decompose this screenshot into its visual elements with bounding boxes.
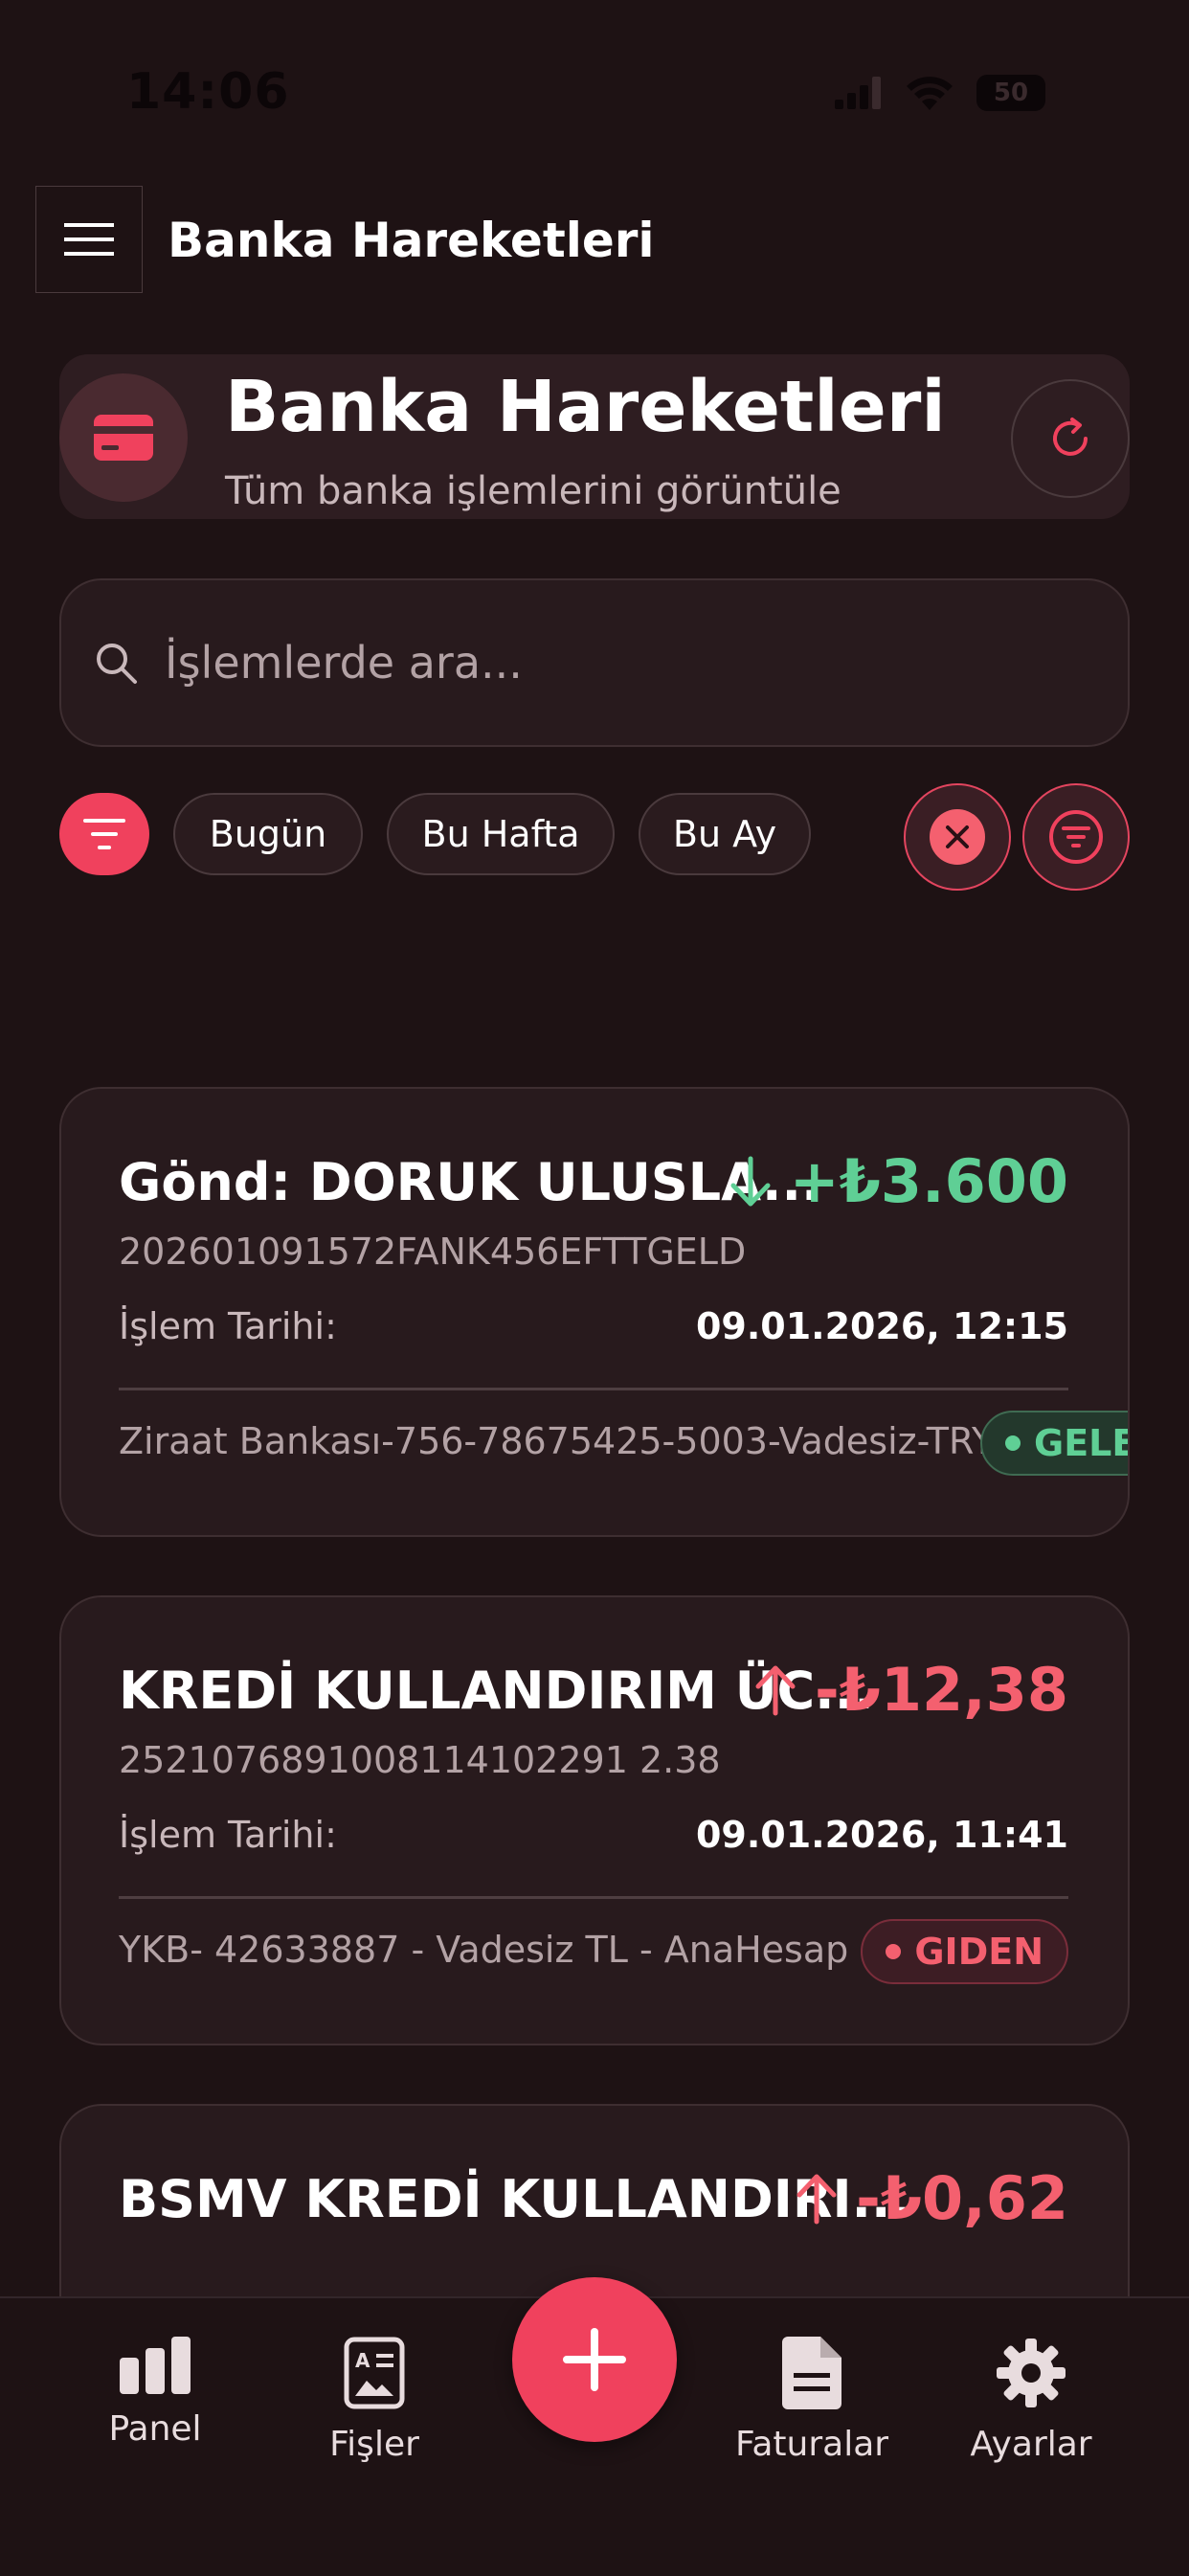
transaction-reference: 2521076891008114102291 2.38 xyxy=(119,1739,721,1781)
nav-item-receipts[interactable]: A Fişler xyxy=(279,2337,470,2464)
nav-item-panel[interactable]: Panel xyxy=(59,2337,251,2449)
badge-label: GELEN xyxy=(1034,1422,1128,1464)
nav-item-settings[interactable]: Ayarlar xyxy=(935,2337,1127,2464)
plus-icon xyxy=(563,2328,626,2391)
clear-filters-button[interactable] xyxy=(904,783,1011,891)
arrow-down-icon xyxy=(730,1156,771,1206)
svg-text:A: A xyxy=(355,2349,370,2372)
arrow-up-icon xyxy=(796,2174,837,2224)
status-icons: 50 xyxy=(835,75,1045,111)
account-name: YKB- 42633887 - Vadesiz TL - AnaHesap xyxy=(119,1929,849,1971)
date-label: İşlem Tarihi: xyxy=(119,1305,337,1347)
page-title: Banka Hareketleri xyxy=(225,366,946,448)
transaction-title: Gönd: DORUK ULUSLA... xyxy=(119,1152,821,1212)
arrow-up-icon xyxy=(755,1665,796,1715)
transaction-card[interactable]: Gönd: DORUK ULUSLA... +₺3.600 2026010915… xyxy=(59,1087,1130,1537)
receipt-icon: A xyxy=(344,2337,405,2409)
close-icon xyxy=(930,809,985,865)
transaction-amount: -₺12,38 xyxy=(753,1655,1068,1725)
status-badge: GELEN xyxy=(980,1411,1128,1476)
signal-icon xyxy=(835,77,881,109)
battery-level: 50 xyxy=(993,79,1029,107)
advanced-filter-button[interactable] xyxy=(1022,783,1130,891)
transaction-date: 09.01.2026, 11:41 xyxy=(695,1814,1068,1856)
bar-chart-icon xyxy=(120,2337,191,2394)
credit-card-icon xyxy=(59,373,188,502)
date-label: İşlem Tarihi: xyxy=(119,1814,337,1856)
divider xyxy=(119,1896,1068,1899)
search-input[interactable] xyxy=(163,636,1028,689)
badge-dot xyxy=(1005,1435,1021,1451)
gear-icon xyxy=(997,2339,1066,2407)
amount-value: -₺0,62 xyxy=(856,2163,1068,2233)
nav-label: Faturalar xyxy=(734,2425,889,2464)
nav-label: Fişler xyxy=(329,2425,419,2464)
page-subtitle: Tüm banka işlemlerini görüntüle xyxy=(225,469,841,513)
chip-this-month[interactable]: Bu Ay xyxy=(639,793,811,875)
transaction-reference: 202601091572FANK456EFTTGELD xyxy=(119,1231,747,1273)
refresh-button[interactable] xyxy=(1011,379,1130,498)
status-time: 14:06 xyxy=(126,63,290,121)
divider xyxy=(119,1388,1068,1390)
search-icon xyxy=(97,644,137,684)
transaction-amount: +₺3.600 xyxy=(729,1146,1068,1216)
transaction-amount: -₺0,62 xyxy=(795,2163,1068,2233)
filter-toggle-button[interactable] xyxy=(59,793,149,875)
filter-circle-icon xyxy=(1049,810,1103,864)
wifi-icon xyxy=(907,77,953,110)
transaction-date: 09.01.2026, 12:15 xyxy=(695,1305,1068,1347)
document-icon xyxy=(782,2337,841,2409)
transaction-card[interactable]: BSMV KREDİ KULLANDIRI... -₺0,62 xyxy=(59,2104,1130,2296)
battery-icon: 50 xyxy=(976,75,1045,111)
nav-item-invoices[interactable]: Faturalar xyxy=(716,2337,908,2464)
transaction-card[interactable]: KREDİ KULLANDIRIM ÜC... -₺12,38 25210768… xyxy=(59,1595,1130,2045)
hamburger-icon xyxy=(64,223,114,256)
add-button[interactable] xyxy=(512,2277,677,2442)
amount-value: -₺12,38 xyxy=(815,1655,1068,1725)
amount-value: +₺3.600 xyxy=(789,1146,1068,1216)
badge-dot xyxy=(886,1944,902,1959)
status-badge: GIDEN xyxy=(861,1919,1068,1984)
menu-button[interactable] xyxy=(35,186,143,293)
chip-this-week[interactable]: Bu Hafta xyxy=(387,793,615,875)
nav-label: Ayarlar xyxy=(970,2425,1092,2464)
account-name: Ziraat Bankası-756-78675425-5003-Vadesiz… xyxy=(119,1420,995,1462)
chip-today[interactable]: Bugün xyxy=(173,793,363,875)
nav-label: Panel xyxy=(108,2409,202,2449)
refresh-icon xyxy=(1053,418,1088,456)
filter-lines-icon xyxy=(83,819,125,849)
app-title: Banka Hareketleri xyxy=(168,213,655,268)
badge-label: GIDEN xyxy=(914,1931,1043,1973)
transaction-title: BSMV KREDİ KULLANDIRI... xyxy=(119,2169,911,2229)
search-box[interactable] xyxy=(59,578,1130,747)
